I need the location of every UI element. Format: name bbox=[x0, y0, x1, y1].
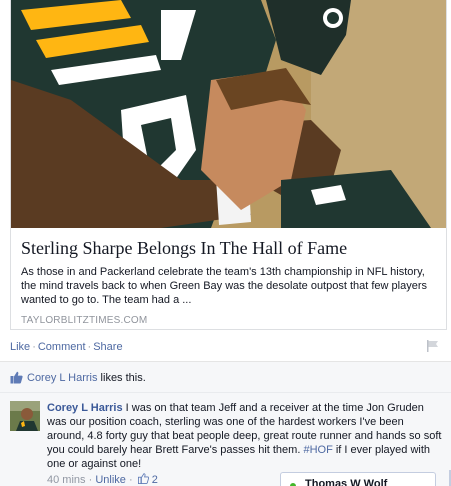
separator-dot: · bbox=[88, 474, 93, 486]
unlike-link[interactable]: Unlike bbox=[95, 474, 126, 486]
thumbs-up-icon bbox=[10, 371, 23, 384]
separator-dot: · bbox=[87, 341, 92, 353]
chat-tab[interactable]: Thomas W Wolf bbox=[280, 472, 436, 486]
share-link[interactable]: Share bbox=[93, 341, 122, 353]
avatar[interactable] bbox=[10, 401, 40, 431]
post-actions: Like · Comment · Share bbox=[10, 341, 123, 353]
link-preview-card[interactable]: Sterling Sharpe Belongs In The Hall of F… bbox=[10, 0, 447, 330]
hashtag-link[interactable]: #HOF bbox=[303, 444, 332, 456]
likes-suffix: likes this. bbox=[97, 372, 146, 384]
comment-author-link[interactable]: Corey L Harris bbox=[47, 402, 123, 414]
flag-icon[interactable] bbox=[426, 340, 440, 352]
avatar-image bbox=[10, 401, 40, 431]
comment-link[interactable]: Comment bbox=[38, 341, 86, 353]
link-description: As those in and Packerland celebrate the… bbox=[21, 266, 428, 306]
thumbs-up-icon[interactable] bbox=[137, 473, 149, 484]
liker-name-link[interactable]: Corey L Harris bbox=[27, 372, 98, 384]
comment-like-count[interactable]: 2 bbox=[152, 474, 158, 486]
like-link[interactable]: Like bbox=[10, 341, 30, 353]
chat-contact-name[interactable]: Thomas W Wolf bbox=[305, 478, 387, 486]
comment-meta: 40 mins · Unlike · 2 bbox=[47, 473, 158, 486]
packers-photo bbox=[11, 0, 446, 228]
link-preview-image[interactable] bbox=[11, 0, 446, 228]
likes-text: Corey L Harris likes this. bbox=[27, 372, 146, 384]
separator-dot: · bbox=[32, 341, 36, 353]
separator-dot: · bbox=[128, 474, 133, 486]
comment-time[interactable]: 40 mins bbox=[47, 474, 86, 486]
link-domain: TAYLORBLITZTIMES.COM bbox=[21, 315, 148, 326]
likes-summary: Corey L Harris likes this. bbox=[0, 362, 451, 392]
comment-body: Corey L Harris I was on that team Jeff a… bbox=[47, 401, 442, 471]
link-title[interactable]: Sterling Sharpe Belongs In The Hall of F… bbox=[21, 236, 436, 262]
